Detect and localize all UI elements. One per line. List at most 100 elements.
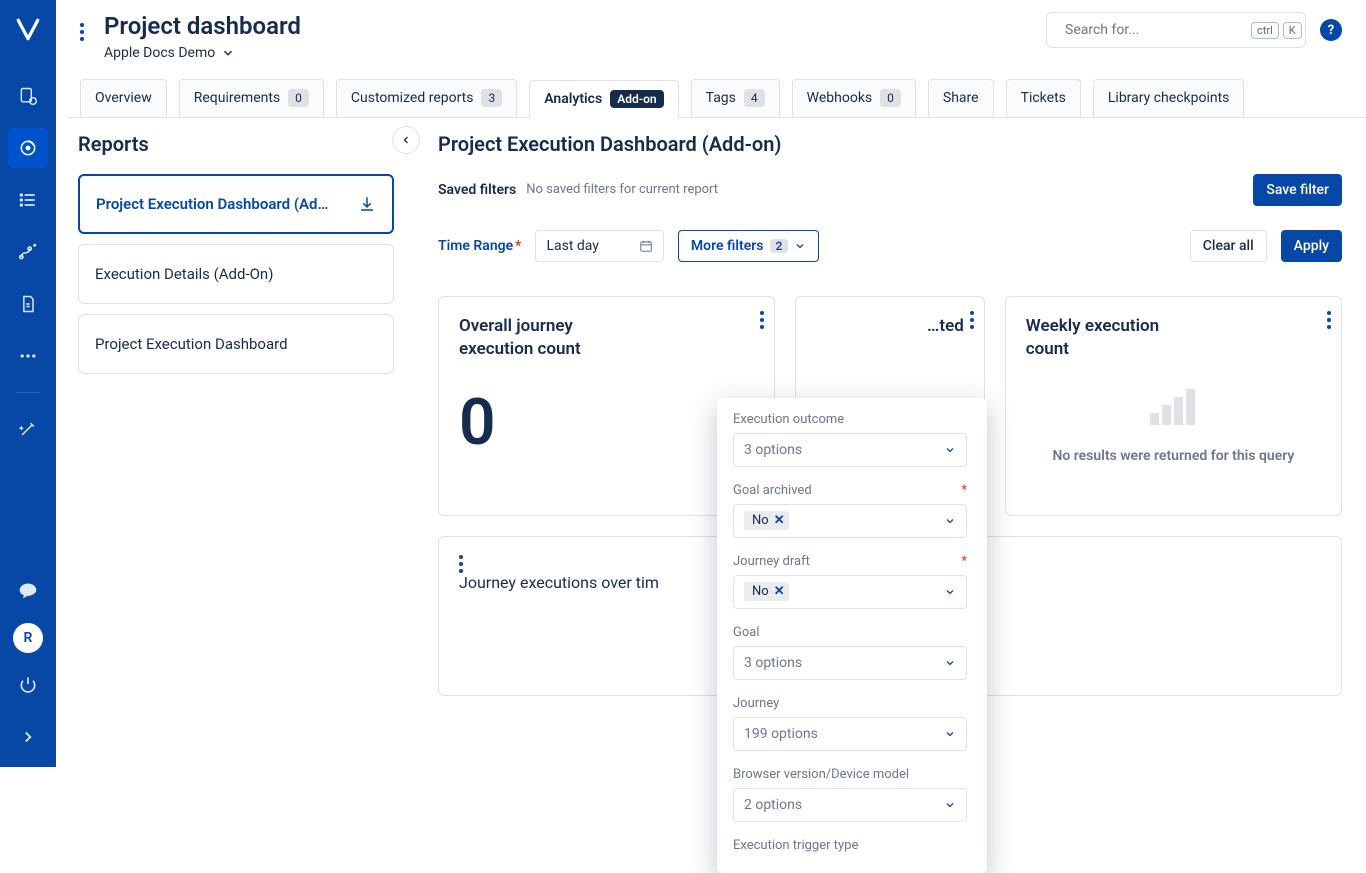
nav-runner-icon[interactable] xyxy=(8,76,48,116)
apply-button[interactable]: Apply xyxy=(1281,230,1342,262)
clear-all-button[interactable]: Clear all xyxy=(1190,230,1267,262)
page-menu-icon[interactable] xyxy=(68,12,96,52)
select-placeholder: 2 options xyxy=(744,797,802,813)
time-range-label: Time Range* xyxy=(438,238,521,254)
filter-select-journey-draft[interactable]: No✕ xyxy=(733,575,967,609)
chevron-down-icon xyxy=(944,586,956,598)
filter-select-execution-outcome[interactable]: 3 options xyxy=(733,433,967,467)
filter-group-label: Journey xyxy=(733,696,967,711)
search-shortcut: ctrlK xyxy=(1251,22,1302,39)
page-title: Project dashboard xyxy=(104,12,301,41)
reports-panel: Reports Project Execution Dashboard (Ad…… xyxy=(56,118,406,767)
download-icon[interactable] xyxy=(358,195,376,213)
nav-list-icon[interactable] xyxy=(8,180,48,220)
chevron-down-icon xyxy=(221,46,235,60)
filter-group-label: Journey draft* xyxy=(733,554,967,569)
nav-chat-icon[interactable] xyxy=(8,571,48,611)
breadcrumb[interactable]: Apple Docs Demo xyxy=(104,45,301,61)
barchart-icon xyxy=(1148,387,1198,427)
card-title: Overall journey execution count xyxy=(459,315,639,361)
tab-share[interactable]: Share xyxy=(928,79,994,117)
tab-customized-reports[interactable]: Customized reports3 xyxy=(336,79,517,117)
card-menu-icon[interactable] xyxy=(760,311,764,329)
saved-filters-label: Saved filters xyxy=(438,182,516,198)
nav-power-icon[interactable] xyxy=(8,665,48,705)
app-logo xyxy=(12,14,44,46)
filter-select-browser-device[interactable]: 2 options xyxy=(733,788,967,822)
tab-tags[interactable]: Tags4 xyxy=(691,79,780,117)
tabs: Overview Requirements0 Customized report… xyxy=(68,61,1366,118)
dropdown-scroll[interactable]: Execution outcome 3 options Goal archive… xyxy=(733,412,981,859)
nav-more-icon[interactable] xyxy=(8,336,48,376)
tab-tickets[interactable]: Tickets xyxy=(1006,79,1081,117)
help-icon[interactable]: ? xyxy=(1320,19,1342,41)
report-item-execution-details[interactable]: Execution Details (Add-On) xyxy=(78,244,394,304)
select-placeholder: 199 options xyxy=(744,726,818,742)
filter-group-goal: Goal 3 options xyxy=(733,625,967,680)
topbar: Project dashboard Apple Docs Demo ctrlK … xyxy=(56,0,1366,61)
calendar-icon xyxy=(639,239,653,253)
save-filter-button[interactable]: Save filter xyxy=(1253,174,1342,206)
report-item-project-execution[interactable]: Project Execution Dashboard xyxy=(78,314,394,374)
card-menu-icon[interactable] xyxy=(970,311,974,329)
nav-analytics-icon[interactable] xyxy=(8,128,48,168)
tab-webhooks[interactable]: Webhooks0 xyxy=(792,79,916,117)
search-box[interactable]: ctrlK xyxy=(1046,12,1306,48)
search-input[interactable] xyxy=(1065,22,1243,38)
filter-select-goal-archived[interactable]: No✕ xyxy=(733,504,967,538)
select-placeholder: 3 options xyxy=(744,442,802,458)
requirements-count: 0 xyxy=(288,89,309,107)
filter-group-journey-draft: Journey draft* No✕ xyxy=(733,554,967,609)
saved-filters-text: No saved filters for current report xyxy=(526,182,718,197)
card-menu-icon[interactable] xyxy=(1327,311,1331,329)
filter-group-goal-archived: Goal archived* No✕ xyxy=(733,483,967,538)
filter-group-browser-device: Browser version/Device model 2 options xyxy=(733,767,967,822)
analytics-badge: Add-on xyxy=(610,90,663,108)
nav-expand-icon[interactable] xyxy=(8,717,48,757)
content-heading: Project Execution Dashboard (Add-on) xyxy=(438,132,1342,156)
tab-overview[interactable]: Overview xyxy=(80,79,167,117)
report-item-label: Project Execution Dashboard (Ad… xyxy=(96,195,328,213)
chevron-down-icon xyxy=(944,444,956,456)
nav-magic-icon[interactable] xyxy=(8,409,48,449)
rail-separator xyxy=(16,392,40,393)
collapse-panel-button[interactable] xyxy=(392,126,420,154)
nav-flow-icon[interactable] xyxy=(8,232,48,272)
filter-group-execution-trigger: Execution trigger type xyxy=(733,838,967,853)
customized-count: 3 xyxy=(481,89,502,107)
select-placeholder: 3 options xyxy=(744,655,802,671)
filter-group-label: Execution trigger type xyxy=(733,838,967,853)
tab-analytics[interactable]: AnalyticsAdd-on xyxy=(529,80,678,118)
tab-requirements[interactable]: Requirements0 xyxy=(179,79,324,117)
body: Reports Project Execution Dashboard (Ad…… xyxy=(56,118,1366,767)
more-filters-dropdown: Execution outcome 3 options Goal archive… xyxy=(717,398,987,873)
remove-tag-icon[interactable]: ✕ xyxy=(774,584,785,599)
selected-tag: No✕ xyxy=(744,511,789,530)
chevron-down-icon xyxy=(944,728,956,740)
nav-doc-icon[interactable] xyxy=(8,284,48,324)
filter-group-label: Execution outcome xyxy=(733,412,967,427)
tags-count: 4 xyxy=(744,89,765,107)
time-range-value: Last day xyxy=(546,238,598,254)
more-filters-button[interactable]: More filters 2 xyxy=(678,230,819,262)
chevron-down-icon xyxy=(794,240,806,252)
selected-tag: No✕ xyxy=(744,582,789,601)
report-item-project-execution-addon[interactable]: Project Execution Dashboard (Ad… xyxy=(78,174,394,234)
report-item-label: Project Execution Dashboard xyxy=(95,335,288,353)
user-avatar[interactable]: R xyxy=(13,623,43,653)
remove-tag-icon[interactable]: ✕ xyxy=(774,513,785,528)
filter-group-label: Goal xyxy=(733,625,967,640)
filter-group-execution-outcome: Execution outcome 3 options xyxy=(733,412,967,467)
breadcrumb-label: Apple Docs Demo xyxy=(104,45,215,61)
filter-select-goal[interactable]: 3 options xyxy=(733,646,967,680)
card-title: …ted xyxy=(816,315,964,338)
filter-group-label: Browser version/Device model xyxy=(733,767,967,782)
time-range-select[interactable]: Last day xyxy=(535,230,663,262)
filter-select-journey[interactable]: 199 options xyxy=(733,717,967,751)
webhooks-count: 0 xyxy=(880,89,901,107)
saved-filters-row: Saved filters No saved filters for curre… xyxy=(438,174,1342,206)
tab-library-checkpoints[interactable]: Library checkpoints xyxy=(1093,79,1245,117)
filter-row: Time Range* Last day More filters 2 Clea… xyxy=(438,230,1342,262)
report-item-label: Execution Details (Add-On) xyxy=(95,265,273,283)
chevron-down-icon xyxy=(944,799,956,811)
